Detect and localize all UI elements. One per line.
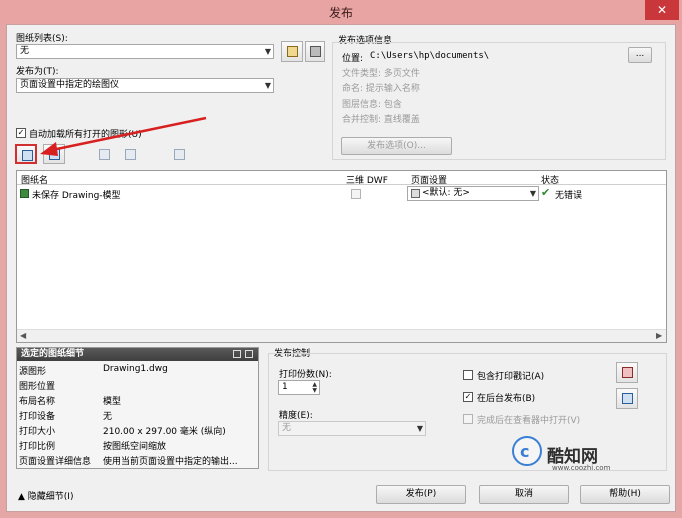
detail-label: 打印设备: [19, 412, 56, 422]
publish-to-label: 发布为(T):: [16, 67, 59, 77]
chevron-down-icon: ▼: [264, 81, 271, 90]
file-type-info: 文件类型: 多页文件: [342, 69, 420, 79]
location-label: 位置:: [342, 54, 364, 64]
details-title: 选定的图纸细节: [17, 348, 258, 361]
horizontal-scrollbar[interactable]: ◀ ▶: [17, 329, 666, 342]
copies-label: 打印份数(N):: [279, 370, 332, 380]
document-icon: [622, 393, 633, 404]
save-sheet-list-button[interactable]: [305, 41, 325, 62]
save-disk-icon: [310, 46, 321, 57]
precision-select[interactable]: 无 ▼: [278, 421, 426, 436]
merge-control-info: 合并控制: 直线覆盖: [342, 115, 420, 125]
detail-label: 打印比例: [19, 442, 56, 452]
chevron-down-icon: ▼: [264, 47, 271, 56]
checkmark-icon: ✔: [541, 186, 551, 199]
detail-value: 使用当前页面设置中指定的输出...: [103, 457, 238, 467]
sheet-list-select[interactable]: 无 ▼: [16, 44, 274, 59]
collapse-icon[interactable]: [233, 350, 241, 358]
header-page-setup[interactable]: 页面设置: [411, 173, 447, 186]
window-title: 发布: [328, 6, 353, 20]
header-3d-dwf[interactable]: 三维 DWF: [346, 173, 388, 186]
detail-label: 打印大小: [19, 427, 56, 437]
sheet-list-label: 图纸列表(S):: [16, 34, 68, 44]
chevron-down-icon: ▼: [529, 189, 536, 198]
open-viewer-label: 完成后在查看器中打开(V): [477, 416, 581, 426]
browse-location-button[interactable]: ...: [628, 47, 652, 63]
detail-value: Drawing1.dwg: [103, 364, 168, 374]
detail-value: 模型: [103, 397, 122, 407]
drawing-sheet-icon: [20, 189, 29, 198]
layer-info: 图层信息: 包含: [342, 100, 402, 110]
header-sheet-name[interactable]: 图纸名: [21, 173, 48, 186]
location-value: C:\Users\hp\documents\: [370, 51, 490, 61]
stamp-settings-button[interactable]: [616, 362, 638, 383]
help-button[interactable]: 帮助(H): [580, 485, 670, 504]
detail-label: 页面设置详细信息: [19, 457, 92, 467]
3d-dwf-checkbox[interactable]: [351, 189, 361, 199]
watermark-logo: c: [512, 436, 542, 466]
copies-stepper[interactable]: 1 ▲ ▼: [278, 380, 320, 395]
properties-icon[interactable]: [245, 350, 253, 358]
detail-label: 源图形: [19, 367, 47, 377]
load-sheet-list-button[interactable]: [281, 41, 303, 62]
open-folder-icon: [287, 46, 298, 57]
page-setup-select[interactable]: <默认: 无> ▼: [407, 186, 539, 201]
watermark-url: www.coozhi.com: [552, 464, 611, 472]
scroll-left-icon[interactable]: ◀: [20, 331, 26, 340]
auto-load-checkbox[interactable]: ✓: [16, 128, 26, 138]
page-setup-value: <默认: 无>: [422, 188, 470, 198]
detail-label: 图形位置: [19, 382, 56, 392]
publish-button[interactable]: 发布(P): [376, 485, 466, 504]
open-viewer-checkbox[interactable]: [463, 414, 473, 424]
hide-details-button[interactable]: ▲ 隐藏细节(I): [18, 489, 73, 502]
publish-to-value: 页面设置中指定的绘图仪: [20, 80, 120, 90]
detail-value: 无: [103, 412, 113, 422]
background-settings-button[interactable]: [616, 388, 638, 409]
precision-value: 无: [282, 423, 292, 433]
precision-label: 精度(E):: [279, 411, 313, 421]
include-stamp-checkbox[interactable]: [463, 370, 473, 380]
detail-value: 按图纸空间缩放: [103, 442, 167, 452]
header-status[interactable]: 状态: [541, 173, 559, 186]
chevron-down-icon: ▼: [416, 424, 423, 433]
cancel-button[interactable]: 取消: [479, 485, 569, 504]
scroll-right-icon[interactable]: ▶: [656, 331, 662, 340]
naming-info: 命名: 提示输入名称: [342, 84, 420, 94]
table-header: 图纸名 三维 DWF 页面设置 状态: [17, 171, 666, 186]
include-stamp-label: 包含打印戳记(A): [477, 372, 545, 382]
copies-value: 1: [282, 382, 288, 392]
table-row[interactable]: 未保存 Drawing-模型 <默认: 无> ▼ ✔ 无错误: [17, 186, 666, 201]
background-publish-label: 在后台发布(B): [477, 394, 536, 404]
status-cell: 无错误: [555, 191, 583, 201]
spin-arrows-icon[interactable]: ▲ ▼: [312, 382, 317, 394]
page-setup-icon: [411, 189, 420, 198]
watermark-logo-mark: c: [520, 442, 530, 461]
detail-label: 布局名称: [19, 397, 56, 407]
detail-value: 210.00 x 297.00 毫米 (纵向): [103, 427, 226, 437]
background-publish-checkbox[interactable]: ✓: [463, 392, 473, 402]
sheet-name-cell: 未保存 Drawing-模型: [32, 191, 121, 201]
annotation-arrow: [40, 116, 207, 156]
stamp-icon: [622, 367, 633, 378]
publish-to-select[interactable]: 页面设置中指定的绘图仪 ▼: [16, 78, 274, 93]
details-title-text: 选定的图纸细节: [21, 349, 85, 359]
sheet-table: 图纸名 三维 DWF 页面设置 状态 未保存 Drawing-模型 <默认: 无…: [16, 170, 667, 343]
publish-options-button[interactable]: 发布选项(O)...: [341, 137, 452, 155]
close-button[interactable]: ✕: [645, 0, 679, 20]
sheet-list-value: 无: [20, 46, 30, 56]
